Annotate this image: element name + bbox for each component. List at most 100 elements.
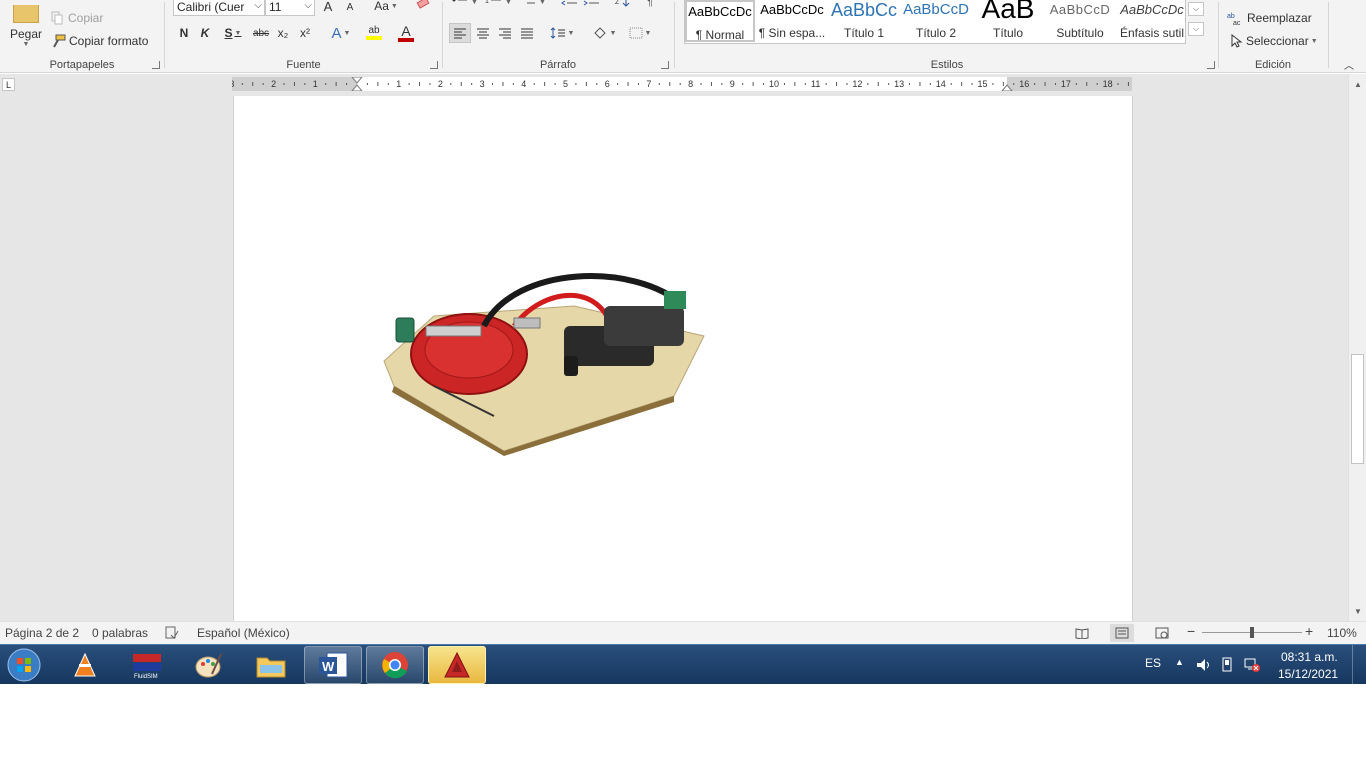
- font-name-combo[interactable]: Calibri (Cuer ⌵: [173, 0, 265, 16]
- circuit-board-image[interactable]: [374, 266, 714, 456]
- highlight-button[interactable]: ab: [360, 23, 388, 43]
- numbering-icon[interactable]: 1 ▼: [485, 0, 513, 8]
- clock-date[interactable]: 15/12/2021: [1278, 667, 1338, 681]
- font-size-combo[interactable]: 11 ⌵: [265, 0, 315, 16]
- superscript-button[interactable]: x²: [297, 23, 313, 43]
- text-effects-button[interactable]: A ▼: [327, 23, 355, 43]
- fluidsim-icon: FluidSIM: [133, 654, 161, 680]
- italic-button[interactable]: K: [198, 23, 212, 43]
- replace-button[interactable]: ab ac Reemplazar: [1227, 8, 1312, 28]
- borders-button[interactable]: ▼: [625, 23, 655, 43]
- align-left-button[interactable]: [449, 23, 471, 43]
- book-icon: [1075, 628, 1089, 639]
- copy-button[interactable]: Copiar: [50, 8, 103, 28]
- word-count[interactable]: 0 palabras: [92, 626, 148, 640]
- ruler-label: 7: [646, 79, 651, 89]
- ruler-label: 11: [811, 79, 820, 89]
- bold-button[interactable]: N: [177, 23, 191, 43]
- chevron-down-icon: ▼: [343, 29, 351, 37]
- strikethrough-button[interactable]: abc: [251, 23, 271, 43]
- zoom-level[interactable]: 110%: [1327, 626, 1357, 640]
- increase-indent-icon[interactable]: [583, 0, 601, 8]
- start-button[interactable]: [4, 646, 44, 684]
- subscript-button[interactable]: x₂: [275, 23, 291, 43]
- clock-time[interactable]: 08:31 a.m.: [1281, 650, 1338, 664]
- show-desktop-button[interactable]: [1352, 645, 1364, 685]
- zoom-in-icon[interactable]: +: [1305, 623, 1313, 639]
- line-spacing-button[interactable]: ▼: [547, 23, 577, 43]
- shrink-font-button[interactable]: A: [343, 0, 357, 17]
- format-painter-button[interactable]: Copiar formato: [50, 31, 148, 51]
- fluidsim-app[interactable]: FluidSIM: [118, 646, 176, 684]
- font-launcher-icon[interactable]: [430, 61, 438, 69]
- font-group-label: Fuente: [286, 59, 321, 71]
- style-name: ¶ Sin espa...: [758, 26, 826, 40]
- paste-dropdown-icon[interactable]: ▼: [23, 41, 30, 48]
- ribbon: Pegar ▼ Copiar Copiar formato Portapapel…: [0, 0, 1366, 73]
- paint-app[interactable]: [180, 646, 238, 684]
- style-heading-1[interactable]: AaBbCc Título 1: [829, 0, 899, 42]
- style-heading-2[interactable]: AaBbCcD Título 2: [901, 0, 971, 42]
- horizontal-ruler[interactable]: 321123456789101112131415161718: [232, 77, 1132, 91]
- chevron-down-icon: ▼: [609, 29, 617, 37]
- style-subtle-emphasis[interactable]: AaBbCcDc Énfasis sutil: [1117, 0, 1187, 42]
- align-right-button[interactable]: [495, 23, 515, 43]
- zoom-slider[interactable]: [1202, 627, 1302, 638]
- style-no-spacing[interactable]: AaBbCcDc ¶ Sin espa...: [757, 0, 827, 42]
- tab-selector[interactable]: L: [2, 78, 15, 91]
- scroll-thumb[interactable]: [1351, 354, 1364, 464]
- style-title[interactable]: AaB Título: [973, 0, 1043, 42]
- proofing-icon[interactable]: [165, 626, 179, 640]
- grow-font-button[interactable]: A: [321, 0, 335, 16]
- collapse-ribbon-icon[interactable]: ︿: [1342, 58, 1356, 72]
- underline-button[interactable]: S ▼: [220, 23, 246, 43]
- ruler-label: 1: [396, 79, 401, 89]
- style-normal[interactable]: AaBbCcDc ¶ Normal: [685, 0, 755, 42]
- decrease-indent-icon[interactable]: [561, 0, 579, 8]
- shading-button[interactable]: ▼: [589, 23, 619, 43]
- web-layout-button[interactable]: [1150, 624, 1174, 642]
- change-case-button[interactable]: Aa ▼: [371, 0, 401, 16]
- clipboard-launcher-icon[interactable]: [152, 61, 160, 69]
- gallery-more-icon[interactable]: ⌵: [1188, 22, 1204, 36]
- vlc-app[interactable]: [56, 646, 114, 684]
- show-marks-icon[interactable]: ¶: [647, 0, 659, 8]
- clear-formatting-button[interactable]: [415, 0, 431, 14]
- font-color-button[interactable]: A: [391, 23, 421, 43]
- print-layout-button[interactable]: [1110, 624, 1134, 642]
- gallery-scroll-down-icon[interactable]: ⌵: [1188, 2, 1204, 16]
- language[interactable]: Español (México): [197, 626, 290, 640]
- styles-launcher-icon[interactable]: [1207, 61, 1215, 69]
- justify-icon: [521, 28, 533, 39]
- chrome-app[interactable]: [366, 646, 424, 684]
- zoom-out-icon[interactable]: −: [1187, 623, 1195, 639]
- input-language[interactable]: ES: [1145, 656, 1161, 670]
- paste-button[interactable]: Pegar ▼: [4, 0, 48, 52]
- word-app[interactable]: W: [304, 646, 362, 684]
- device-icon[interactable]: [1220, 657, 1234, 673]
- justify-button[interactable]: [517, 23, 537, 43]
- network-error-icon[interactable]: [1244, 657, 1260, 673]
- autocad-app[interactable]: [428, 646, 486, 684]
- explorer-app[interactable]: [242, 646, 300, 684]
- volume-icon[interactable]: [1196, 658, 1212, 672]
- style-subtitle[interactable]: AaBbCcD Subtítulo: [1045, 0, 1115, 42]
- show-hidden-icons-icon[interactable]: ▲: [1175, 657, 1184, 667]
- align-center-button[interactable]: [473, 23, 493, 43]
- read-mode-button[interactable]: [1070, 624, 1094, 642]
- sort-icon[interactable]: Z: [615, 0, 631, 8]
- styles-group-label: Estilos: [930, 59, 964, 71]
- zoom-slider-thumb[interactable]: [1250, 627, 1254, 638]
- select-button[interactable]: Seleccionar ▼: [1229, 31, 1318, 51]
- multilevel-list-icon[interactable]: ▼: [521, 0, 547, 8]
- scroll-down-icon[interactable]: ▼: [1350, 603, 1366, 619]
- paragraph-launcher-icon[interactable]: [661, 61, 669, 69]
- style-name: Subtítulo: [1056, 26, 1104, 40]
- vertical-scrollbar[interactable]: ▲ ▼: [1348, 74, 1366, 621]
- ruler-label: 13: [894, 79, 904, 89]
- paragraph-group: ▼ 1 ▼ ▼ Z ¶ ▼ ▼ ▼ Párrafo: [443, 0, 673, 73]
- page-count[interactable]: Página 2 de 2: [5, 626, 79, 640]
- scroll-up-icon[interactable]: ▲: [1350, 76, 1366, 92]
- bullets-icon[interactable]: ▼: [451, 0, 479, 8]
- document-page[interactable]: [233, 96, 1133, 621]
